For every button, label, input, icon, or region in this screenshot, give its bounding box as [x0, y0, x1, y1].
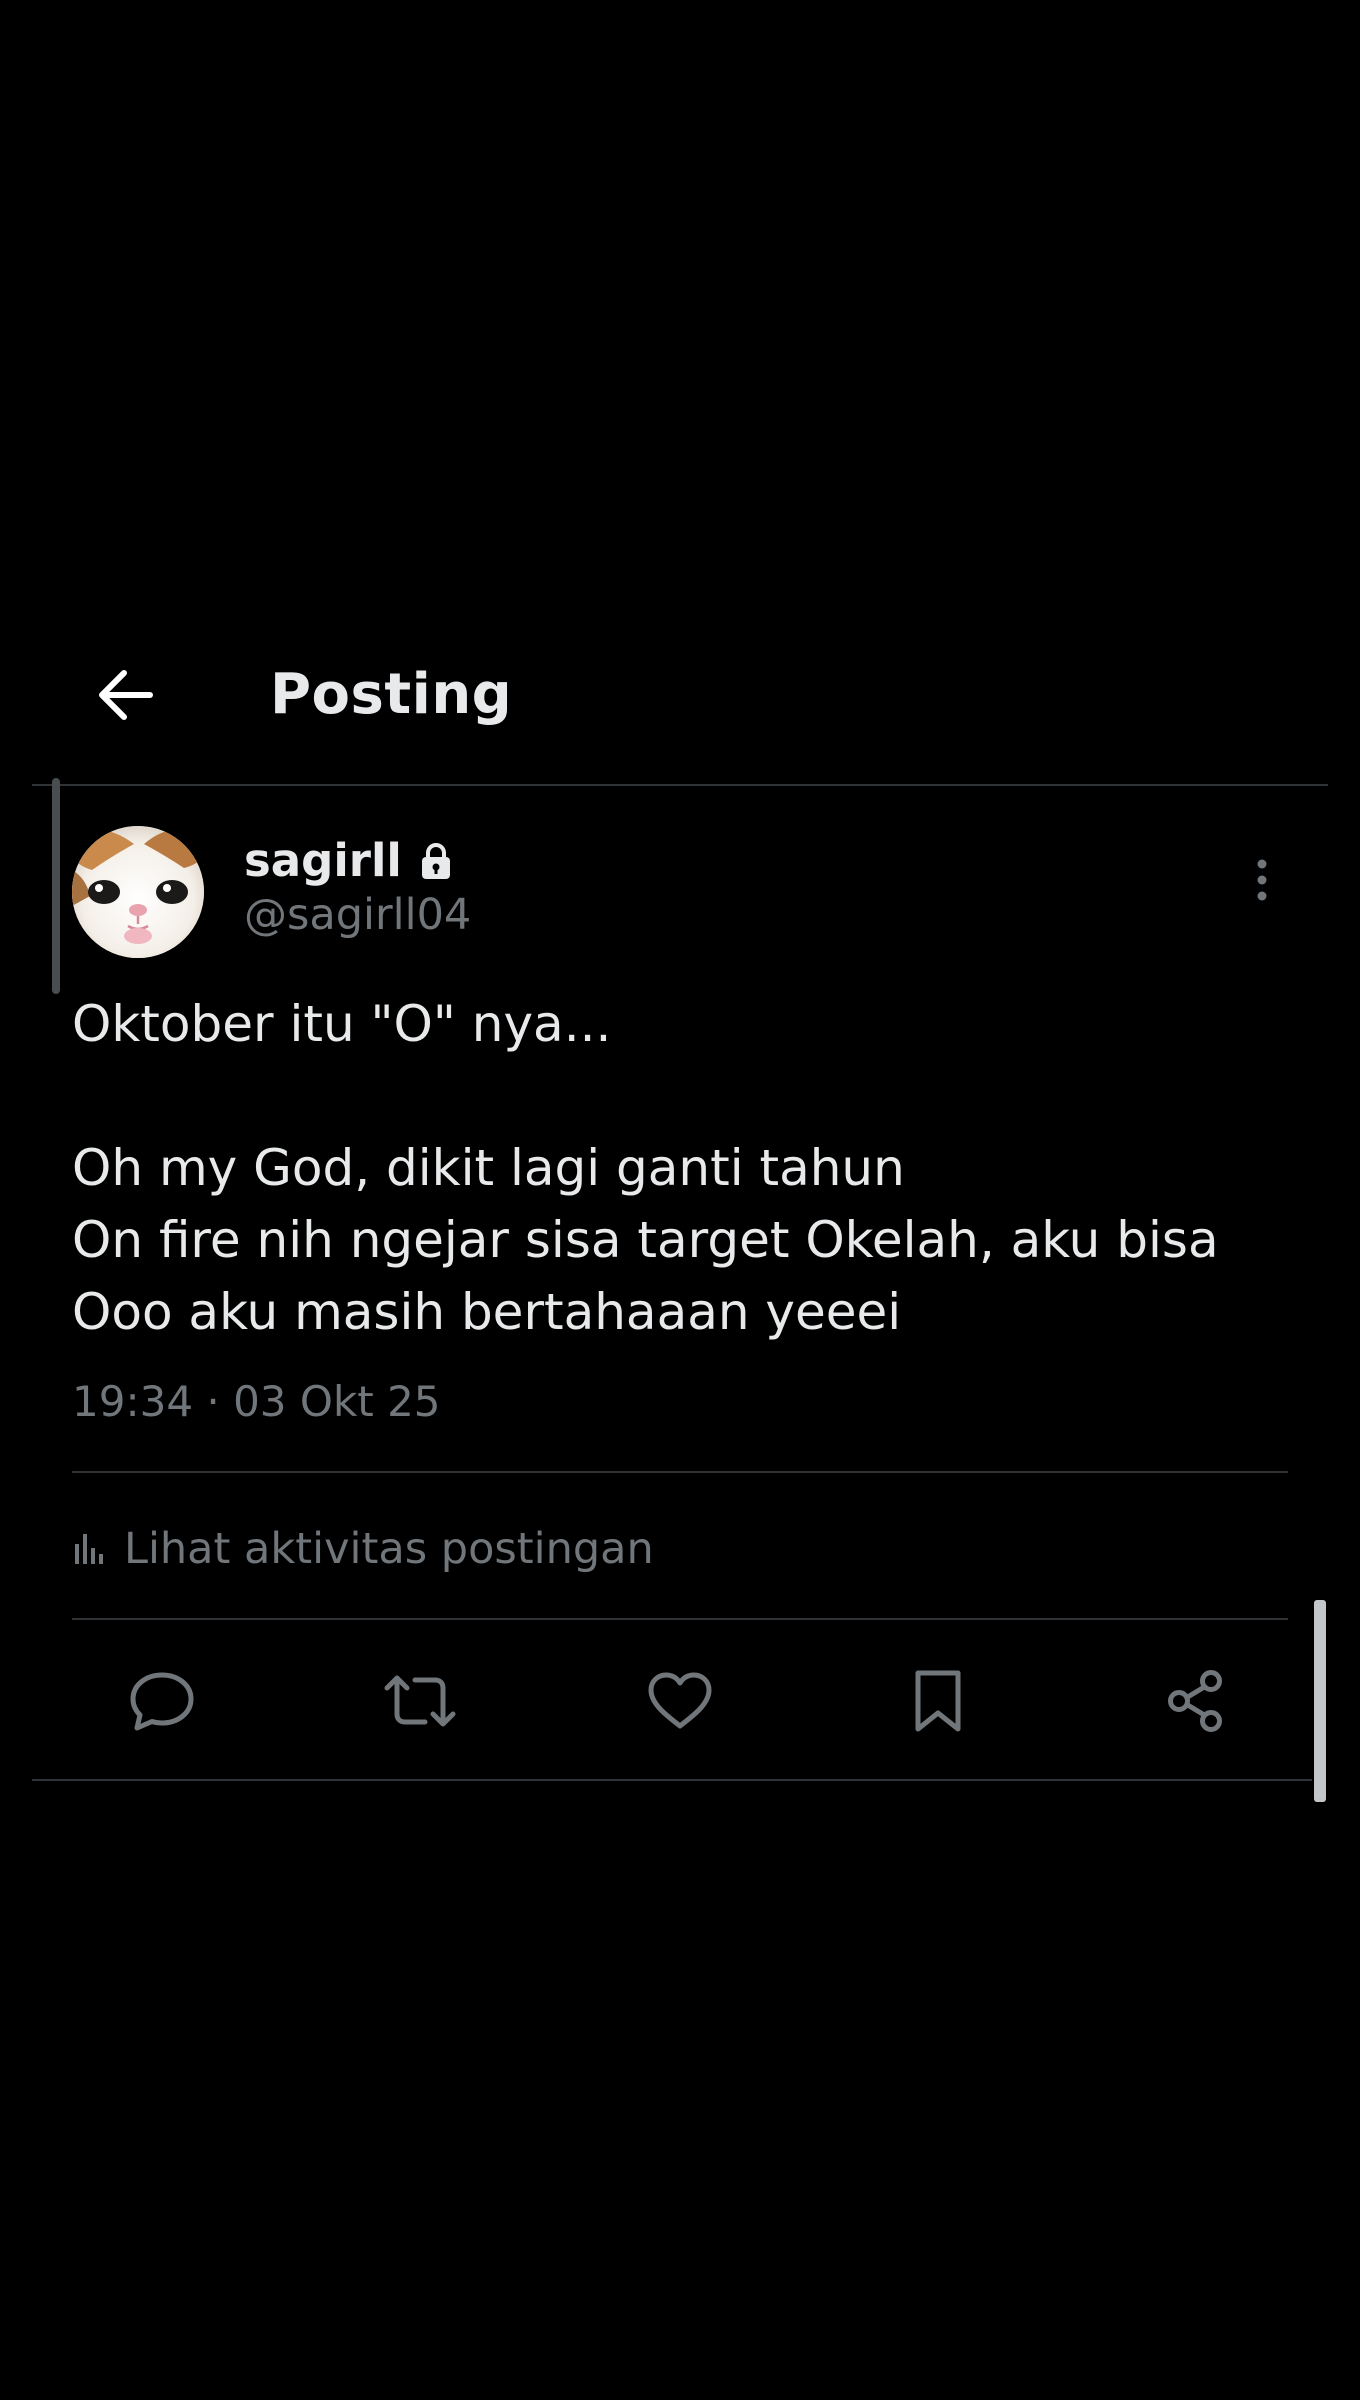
post-text-blank-line: [72, 1060, 1302, 1132]
activity-divider: [72, 1618, 1288, 1620]
post-activity-label: Lihat aktivitas postingan: [124, 1524, 654, 1574]
bookmark-button[interactable]: [898, 1666, 978, 1736]
post-text-line: Oh my God, dikit lagi ganti tahun: [72, 1139, 905, 1197]
author-display-name: sagirll: [244, 834, 402, 887]
heart-icon: [648, 1672, 712, 1729]
post-text: Oktober itu "O" nya... Oh my God, dikit …: [72, 988, 1302, 1348]
like-button[interactable]: [640, 1666, 720, 1736]
cat-avatar-image: [72, 826, 204, 958]
share-button[interactable]: [1156, 1666, 1236, 1736]
reply-icon: [130, 1672, 194, 1731]
post-timestamp[interactable]: 19:34 · 03 Okt 25: [72, 1374, 441, 1430]
back-button[interactable]: [90, 660, 160, 730]
repost-button[interactable]: [380, 1666, 460, 1736]
post-activity-link[interactable]: Lihat aktivitas postingan: [72, 1520, 654, 1578]
share-icon: [1168, 1670, 1222, 1732]
header-divider: [32, 784, 1328, 786]
analytics-icon: [75, 1534, 103, 1564]
post-text-line: Oktober itu "O" nya...: [72, 995, 612, 1053]
post-text-line: Ooo aku masih bertahaaan yeeei: [72, 1283, 902, 1341]
arrow-left-icon: [99, 670, 153, 720]
author-handle[interactable]: @sagirll04: [244, 888, 471, 942]
bookmark-icon: [915, 1670, 961, 1732]
actions-divider: [32, 1779, 1312, 1781]
page-title: Posting: [270, 662, 513, 727]
avatar[interactable]: [72, 826, 204, 958]
post-text-line: On fire nih ngejar sisa target Okelah, a…: [72, 1211, 1219, 1269]
scrollbar-thumb[interactable]: [1314, 1600, 1326, 1802]
author-name-row[interactable]: sagirll: [244, 834, 452, 888]
more-vertical-icon: [1257, 859, 1267, 901]
repost-icon: [384, 1675, 456, 1727]
reply-button[interactable]: [122, 1666, 202, 1736]
more-options-button[interactable]: [1240, 850, 1284, 910]
timestamp-divider: [72, 1471, 1288, 1473]
scroll-indicator-left: [52, 778, 60, 994]
lock-icon: [421, 843, 450, 879]
